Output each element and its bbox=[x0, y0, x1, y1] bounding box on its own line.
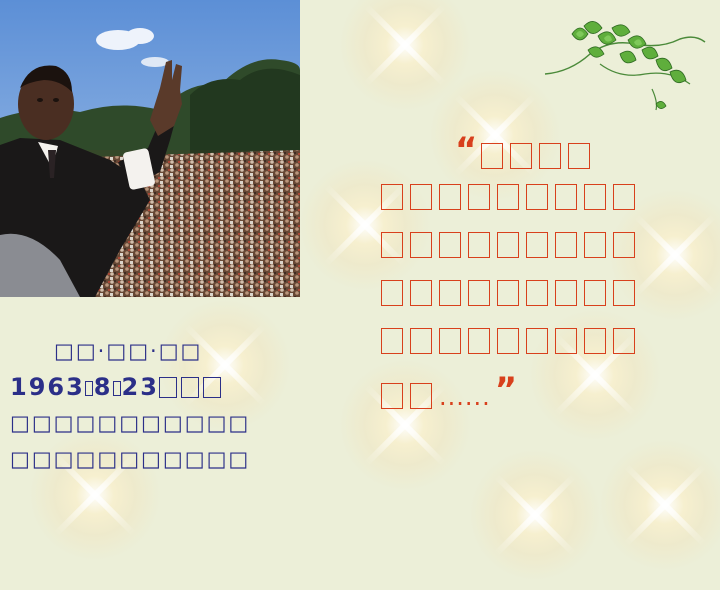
missing-glyph-box bbox=[481, 143, 504, 169]
missing-glyph-box bbox=[584, 280, 606, 306]
missing-glyph-box bbox=[584, 184, 606, 210]
missing-glyph-box bbox=[439, 280, 461, 306]
missing-glyph-box bbox=[555, 280, 577, 306]
leaf-vine-decoration bbox=[544, 21, 706, 111]
background-sparkle bbox=[590, 430, 720, 580]
missing-glyph-box bbox=[439, 328, 461, 354]
open-quote-mark: “ bbox=[455, 130, 478, 170]
missing-glyph-box bbox=[381, 232, 403, 258]
caption-line-4: □□□□□□□□□□□ bbox=[10, 447, 251, 471]
missing-glyph-box bbox=[497, 280, 519, 306]
missing-glyph-box bbox=[410, 328, 432, 354]
missing-glyph-box bbox=[584, 328, 606, 354]
quote-line-6: ......” bbox=[381, 366, 661, 414]
missing-glyph-box bbox=[497, 184, 519, 210]
missing-glyph-box bbox=[568, 143, 591, 169]
missing-glyph-box bbox=[497, 328, 519, 354]
missing-glyph-box bbox=[381, 328, 403, 354]
missing-glyph-box bbox=[555, 184, 577, 210]
close-quote-mark: ” bbox=[494, 370, 518, 410]
missing-glyph-box bbox=[613, 232, 635, 258]
missing-glyph-box bbox=[381, 184, 403, 210]
speech-quote: “ ......” bbox=[381, 126, 661, 414]
caption-name-line: □□·□□·□□ bbox=[54, 339, 203, 363]
missing-glyph-box bbox=[497, 232, 519, 258]
missing-glyph-box bbox=[84, 381, 93, 396]
missing-glyph-box bbox=[526, 232, 548, 258]
quote-line-2 bbox=[381, 174, 661, 222]
missing-glyph-box bbox=[112, 381, 121, 396]
missing-glyph-box bbox=[410, 383, 432, 409]
missing-glyph-box bbox=[410, 280, 432, 306]
caption-day: 23 bbox=[121, 373, 159, 401]
missing-glyph-box bbox=[613, 184, 635, 210]
missing-glyph-box bbox=[468, 280, 490, 306]
missing-glyph-box bbox=[410, 232, 432, 258]
caption-date-line: 1963 8 23 bbox=[10, 369, 272, 405]
speech-photo bbox=[0, 0, 300, 297]
background-sparkle bbox=[460, 440, 610, 590]
missing-glyph-box bbox=[584, 232, 606, 258]
missing-glyph-box bbox=[468, 184, 490, 210]
missing-glyph-box bbox=[410, 184, 432, 210]
speech-photo-image bbox=[0, 0, 300, 297]
missing-glyph-box bbox=[180, 377, 199, 398]
missing-glyph-box bbox=[555, 328, 577, 354]
missing-glyph-box bbox=[468, 232, 490, 258]
caption-year: 1963 bbox=[10, 373, 85, 401]
quote-line-4 bbox=[381, 270, 661, 318]
caption-line-3: □□□□□□□□□□□ bbox=[10, 411, 251, 435]
missing-glyph-box bbox=[381, 280, 403, 306]
missing-glyph-box bbox=[202, 377, 221, 398]
missing-glyph-box bbox=[613, 280, 635, 306]
missing-glyph-box bbox=[526, 280, 548, 306]
missing-glyph-box bbox=[526, 328, 548, 354]
missing-glyph-box bbox=[510, 143, 533, 169]
missing-glyph-box bbox=[555, 232, 577, 258]
missing-glyph-box bbox=[468, 328, 490, 354]
missing-glyph-box bbox=[158, 377, 177, 398]
missing-glyph-box bbox=[381, 383, 403, 409]
missing-glyph-box bbox=[539, 143, 562, 169]
quote-ellipsis: ...... bbox=[439, 383, 491, 411]
missing-glyph-box bbox=[613, 328, 635, 354]
photo-caption: □□·□□·□□ 1963 8 23 □□□□□□□□□□□ □□□□□□□□□□□ bbox=[10, 333, 272, 477]
missing-glyph-box bbox=[439, 232, 461, 258]
quote-line-3 bbox=[381, 222, 661, 270]
caption-month: 8 bbox=[93, 373, 113, 401]
missing-glyph-box bbox=[526, 184, 548, 210]
quote-line-1: “ bbox=[381, 126, 661, 174]
missing-glyph-box bbox=[439, 184, 461, 210]
quote-line-5 bbox=[381, 318, 661, 366]
